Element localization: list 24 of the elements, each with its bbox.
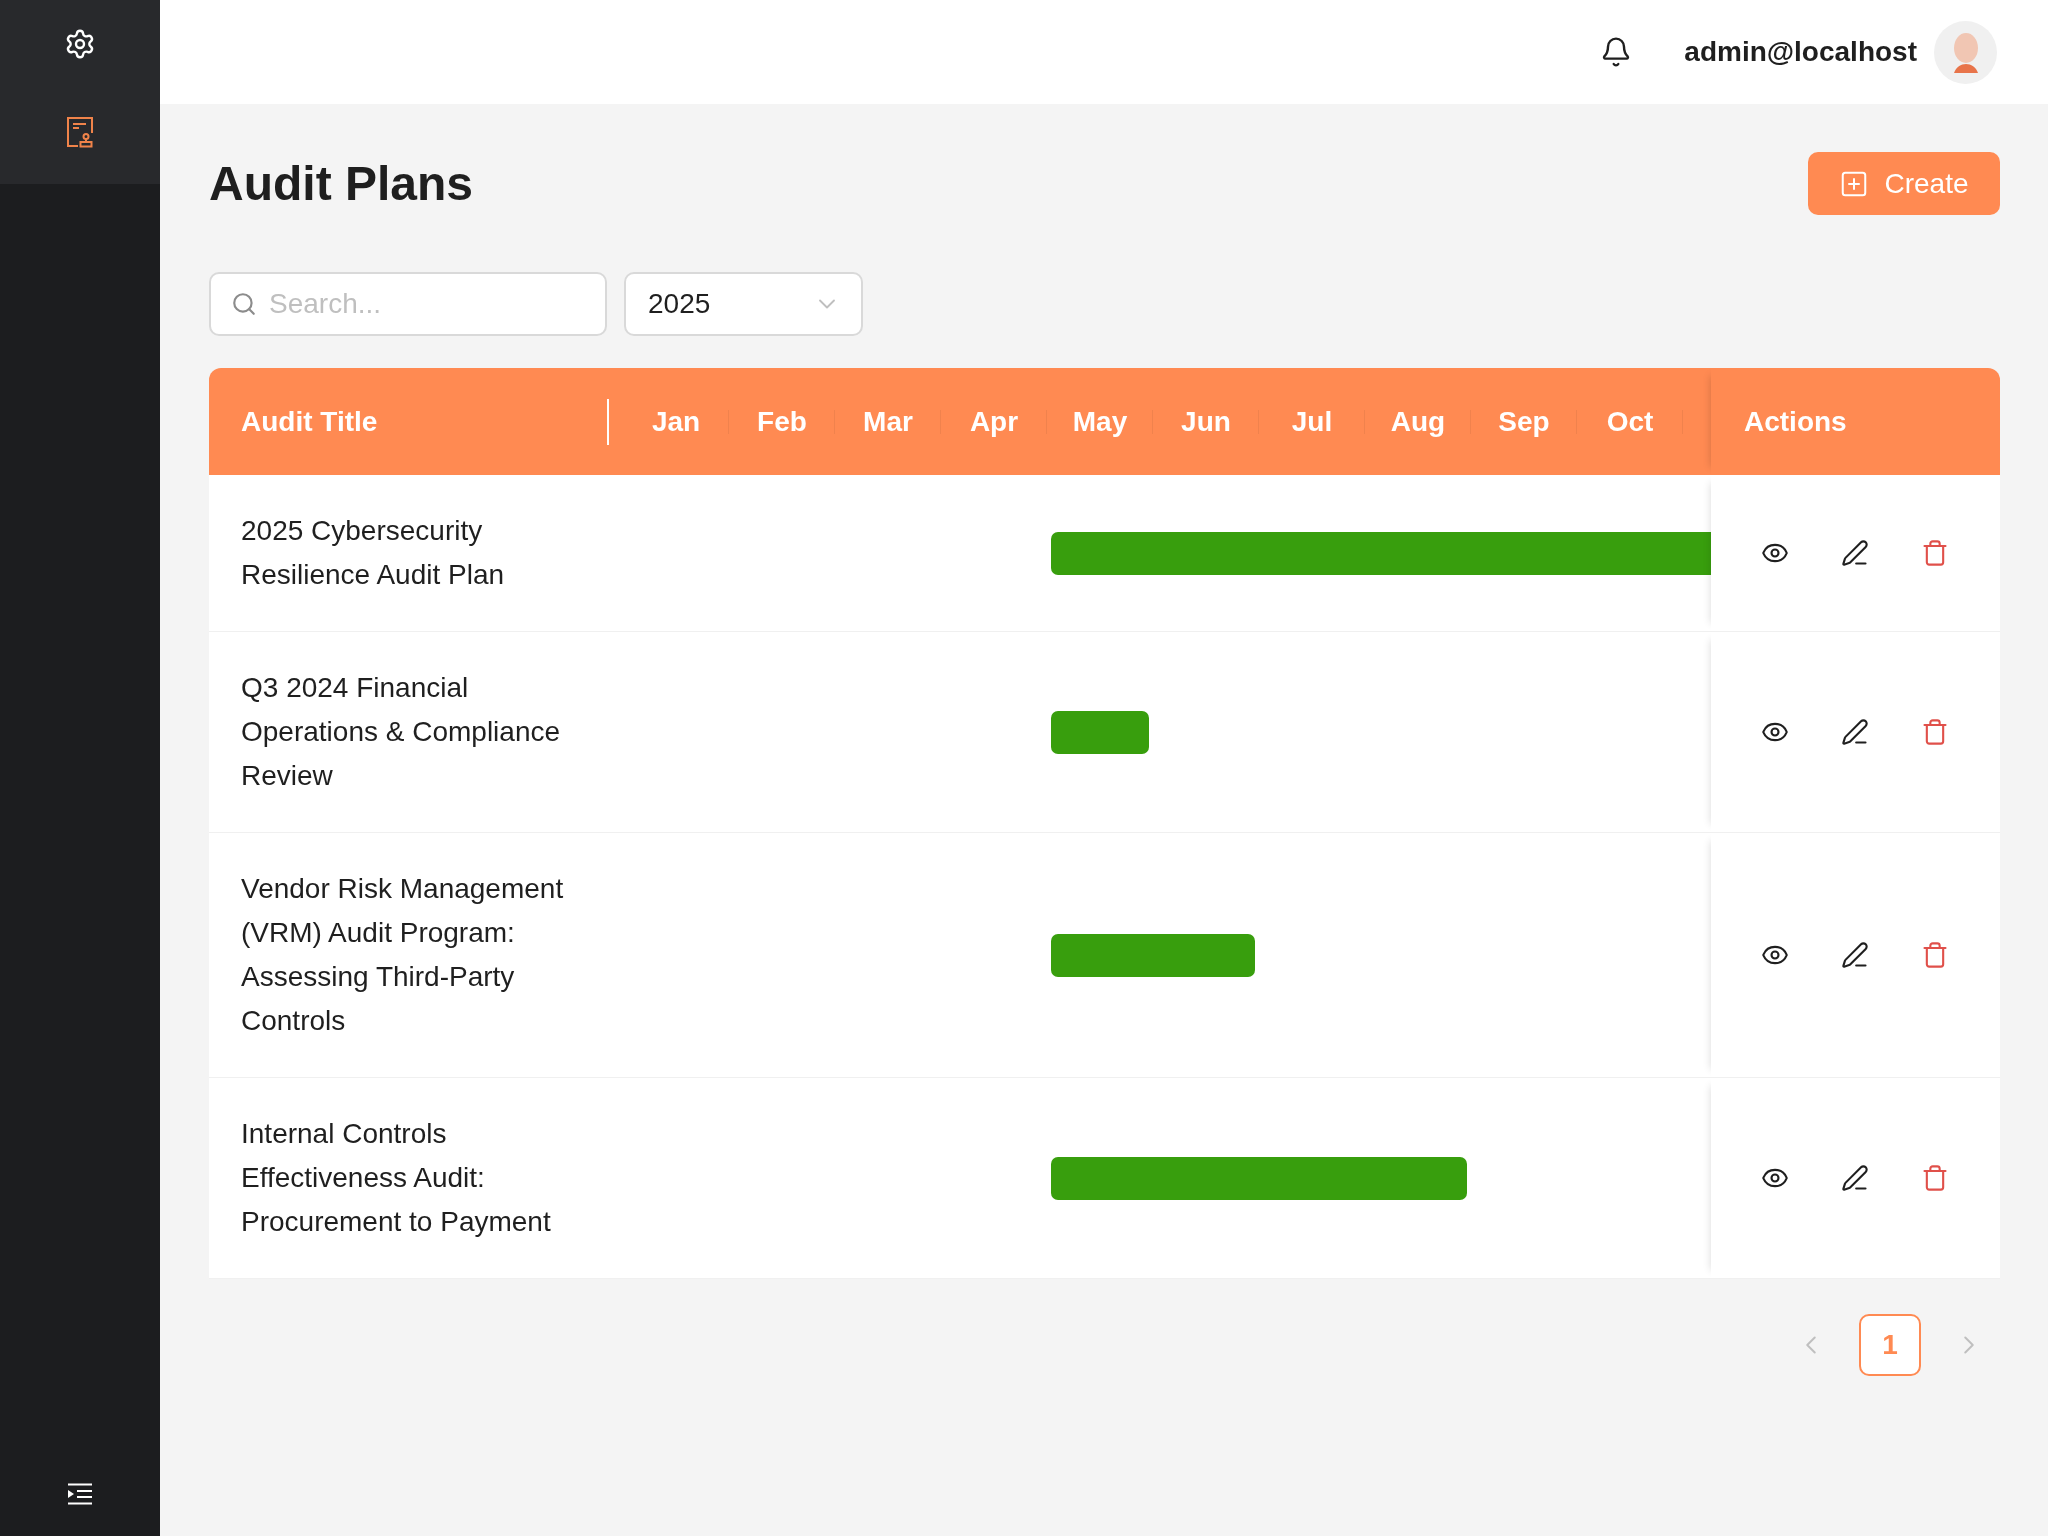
search-field[interactable]: Search...	[209, 272, 607, 336]
trash-icon[interactable]	[1921, 941, 1949, 969]
user-avatar-icon	[1934, 20, 1997, 84]
pencil-icon[interactable]	[1841, 539, 1869, 567]
user-name: admin@localhost	[1684, 36, 1917, 68]
gear-icon[interactable]	[64, 28, 96, 60]
trash-icon[interactable]	[1921, 718, 1949, 746]
column-header: Actions	[1711, 368, 2000, 475]
trash-icon[interactable]	[1921, 539, 1949, 567]
pencil-icon[interactable]	[1841, 718, 1869, 746]
audit-title: Q3 2024 Financial Operations & Compliance Review	[240, 671, 562, 793]
pencil-icon[interactable]	[1841, 1164, 1869, 1192]
audit-title: Internal Controls Effectiveness Audit: Procurement to Payment	[240, 1117, 552, 1239]
menu-icon[interactable]	[67, 1483, 93, 1505]
page-title: Audit Plans	[209, 156, 474, 211]
audit-title: Vendor Risk Management (VRM) Audit Program: Assessing Third-Party Controls	[240, 872, 565, 1038]
audit-title: 2025 Cybersecurity Resilience Audit Plan	[240, 514, 506, 592]
create-button[interactable]: Create	[1808, 152, 2000, 215]
search-icon	[231, 291, 257, 317]
page-button[interactable]: 1	[1859, 1314, 1921, 1376]
year-select[interactable]: 2025	[624, 272, 863, 336]
trash-icon[interactable]	[1921, 1164, 1949, 1192]
pencil-icon[interactable]	[1841, 941, 1869, 969]
document-icon[interactable]	[66, 116, 94, 148]
